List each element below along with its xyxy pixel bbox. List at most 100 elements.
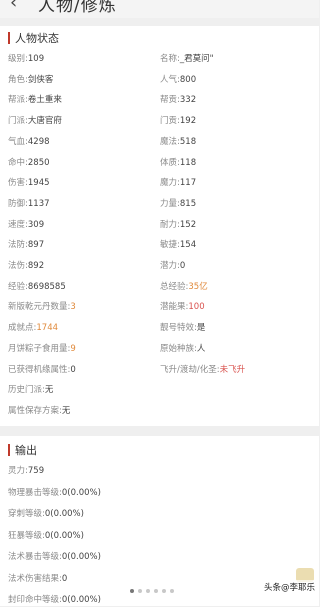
- output-row: 法术暴击等级:0(0.00%): [0, 550, 319, 564]
- stat-label: 帮贡:: [160, 95, 180, 106]
- status-row: 防御:1137 力量:815: [0, 197, 319, 211]
- stat-right: 人气:800: [160, 73, 196, 87]
- status-row: 属性保存方案:无: [0, 404, 319, 418]
- page-title: 人物/修炼: [38, 0, 117, 16]
- stat-right: 潜能果:100: [160, 300, 205, 314]
- status-row: 历史门派:无: [0, 383, 319, 397]
- page-dot[interactable]: [138, 589, 142, 593]
- stat-label: 潜力:: [160, 261, 180, 271]
- status-row: 月饼粽子食用量:9 原始种族:人: [0, 342, 319, 356]
- stat-value: 800: [179, 74, 197, 85]
- stat-value: 1137: [27, 198, 50, 209]
- stat-label: 帮派:: [8, 95, 28, 106]
- stat-label: 靓号特效:: [160, 323, 197, 334]
- status-row: 命中:2850 体质:118: [0, 156, 319, 170]
- stat-value: 35亿: [188, 281, 208, 292]
- stat-value: 无: [61, 405, 71, 416]
- stat-right: 体质:118: [160, 156, 196, 170]
- stat-value: 0: [179, 261, 186, 271]
- output-row: 穿刺等级:0(0.00%): [0, 507, 319, 521]
- stat-value: 518: [179, 136, 197, 147]
- page-dot[interactable]: [154, 589, 158, 593]
- output-label: 灵力:: [8, 466, 28, 476]
- stat-value: 0: [70, 364, 76, 375]
- stat-value: 未飞升: [219, 364, 246, 375]
- stat-left: 伤害:1945: [8, 176, 50, 190]
- status-row: 速度:309 耐力:152: [0, 218, 319, 232]
- stat-left: 已获得机缘属性:0: [8, 363, 76, 377]
- back-icon[interactable]: ‹: [10, 0, 17, 13]
- stat-value: 4298: [27, 136, 50, 147]
- output-label: 法术伤害结果:: [8, 573, 62, 584]
- stat-value: 100: [188, 302, 205, 313]
- stat-label: 体质:: [160, 157, 180, 168]
- output-cell: 穿刺等级:0(0.00%): [8, 507, 84, 521]
- stat-left: 法伤:892: [8, 259, 44, 273]
- stat-right: 总经验:35亿: [160, 280, 208, 294]
- stat-label: 总经验:: [160, 281, 189, 292]
- output-cell: 灵力:759: [8, 464, 44, 478]
- stat-label: 成就点:: [8, 323, 37, 334]
- stat-label: 法防:: [8, 240, 28, 251]
- stat-value: 人: [196, 343, 206, 354]
- status-row: 已获得机缘属性:0 飞升/渡劫/化圣:未飞升: [0, 363, 319, 377]
- output-cell: 法术伤害结果:0: [8, 572, 67, 586]
- output-label: 封印命中等级:: [8, 595, 62, 605]
- output-value: 0(0.00%): [44, 530, 84, 541]
- output-cell: 狂暴等级:0(0.00%): [8, 529, 84, 543]
- stat-label: 魔法:: [160, 136, 180, 147]
- stat-value: 117: [179, 178, 197, 189]
- status-row: 门派:大唐官府 门贡:192: [0, 114, 319, 128]
- status-row: 经验:8698585 总经验:35亿: [0, 280, 319, 294]
- output-label: 狂暴等级:: [8, 530, 45, 541]
- status-section-header: 人物状态: [8, 30, 59, 46]
- output-section-header: 输出: [8, 442, 37, 458]
- output-cell: 物理暴击等级:0(0.00%): [8, 486, 101, 500]
- output-value: 0(0.00%): [61, 595, 101, 605]
- output-section-title: 输出: [15, 444, 37, 457]
- stat-left: 经验:8698585: [8, 280, 66, 294]
- stat-label: 月饼粽子食用量:: [8, 343, 71, 354]
- stat-value: 309: [27, 219, 45, 230]
- stat-value: 897: [27, 240, 45, 251]
- output-value: 0(0.00%): [44, 509, 84, 519]
- status-row: 帮派:卷土重来 帮贡:332: [0, 93, 319, 107]
- page-dot[interactable]: [146, 589, 150, 593]
- stat-value: 9: [70, 343, 76, 354]
- stat-left: 速度:309: [8, 218, 44, 232]
- output-value: 0: [61, 573, 68, 584]
- top-bar: ‹ 人物/修炼 ˅: [0, 0, 319, 18]
- output-value: 0(0.00%): [61, 487, 101, 498]
- output-label: 穿刺等级:: [8, 509, 45, 519]
- page-dot[interactable]: [162, 589, 166, 593]
- stat-left: 命中:2850: [8, 156, 50, 170]
- status-row: 法伤:892 潜力:0: [0, 259, 319, 273]
- stat-label: 防御:: [8, 198, 28, 209]
- stat-label: 法伤:: [8, 261, 28, 271]
- status-row: 新版乾元丹数量:3 潜能果:100: [0, 300, 319, 314]
- chevron-down-icon[interactable]: ˅: [150, 0, 158, 9]
- stat-value: 大唐官府: [27, 116, 62, 127]
- status-row: 级别:109 名称:_君莫问": [0, 52, 319, 66]
- section-accent-bar: [8, 444, 10, 456]
- stat-left: 属性保存方案:无: [8, 404, 70, 418]
- stat-left: 新版乾元丹数量:3: [8, 300, 76, 314]
- stat-label: 命中:: [8, 157, 28, 168]
- stat-right: 原始种族:人: [160, 342, 205, 356]
- status-row: 法防:897 敏捷:154: [0, 238, 319, 252]
- page-dot[interactable]: [170, 589, 174, 593]
- stat-value: 118: [179, 157, 197, 168]
- stat-value: 3: [70, 302, 76, 313]
- status-card: 人物状态 级别:109 名称:_君莫问" 角色:剑侠客 人气:800 帮派:卷土重来 帮贡…: [0, 26, 319, 426]
- stat-left: 法防:897: [8, 238, 44, 252]
- stat-label: 气血:: [8, 136, 28, 147]
- stat-label: 历史门派:: [8, 385, 45, 396]
- stat-value: 剑侠客: [27, 74, 54, 85]
- status-row: 气血:4298 魔法:518: [0, 135, 319, 149]
- page-dot[interactable]: [130, 589, 134, 593]
- output-row: 封印命中等级:0(0.00%): [0, 593, 319, 607]
- page-indicator[interactable]: [130, 589, 174, 593]
- stat-value: 154: [179, 240, 197, 251]
- stat-value: 8698585: [27, 281, 66, 292]
- stat-value: 2850: [27, 157, 50, 168]
